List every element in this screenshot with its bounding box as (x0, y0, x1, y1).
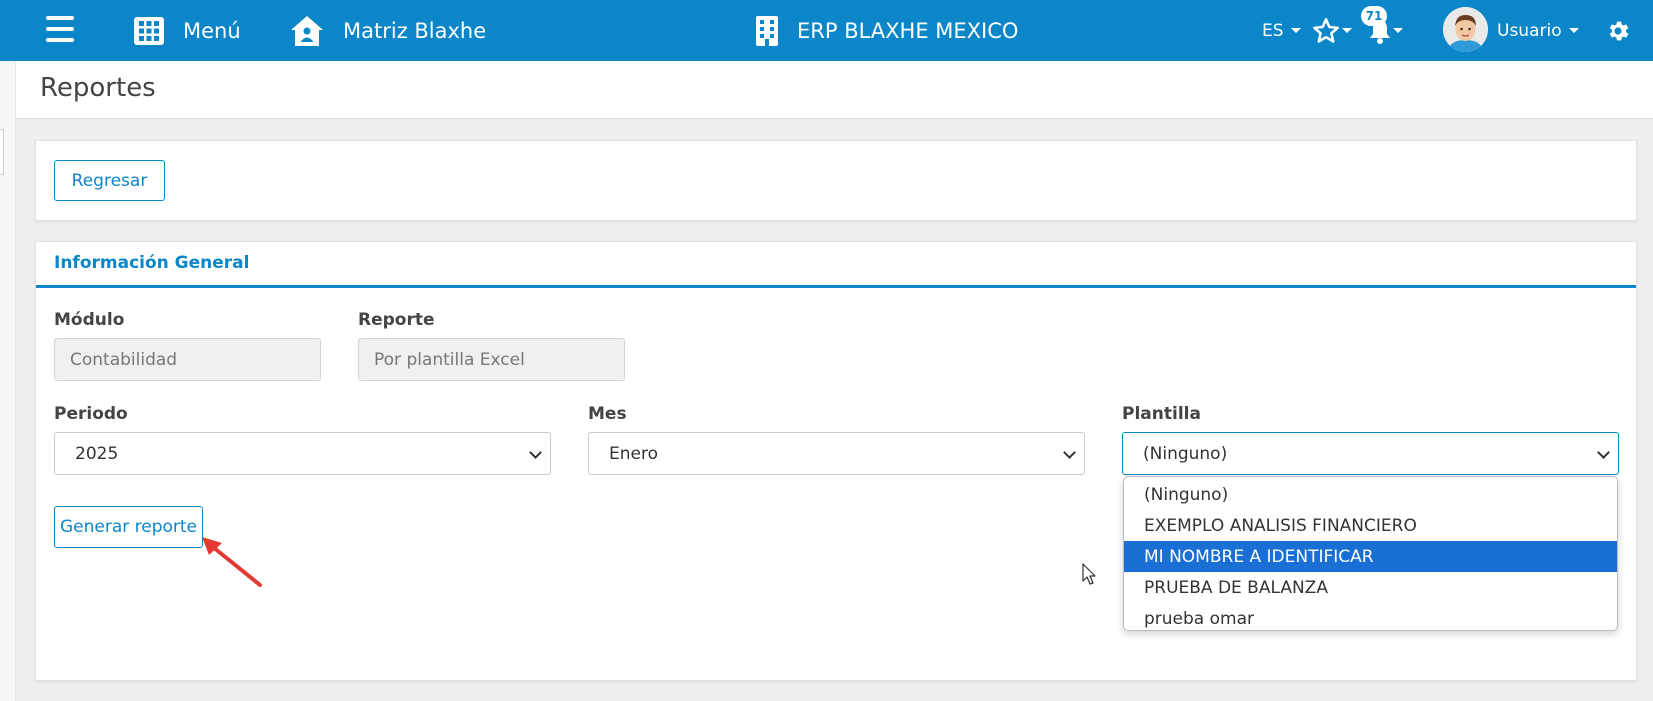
template-label: Plantilla (1122, 404, 1201, 424)
home-button[interactable]: Matriz Blaxhe (290, 0, 486, 61)
user-avatar-icon (1443, 7, 1488, 52)
generate-report-button[interactable]: Generar reporte (54, 506, 203, 548)
top-navbar: Menú Matriz Blaxhe ERP BLAXHE MEXICO ES (0, 0, 1653, 61)
dropdown-option[interactable]: MI NOMBRE A IDENTIFICAR (1124, 541, 1617, 572)
card-header: Información General (36, 242, 1636, 288)
annotation-arrow-icon (202, 537, 262, 587)
month-label: Mes (588, 404, 627, 424)
language-label: ES (1262, 20, 1284, 41)
chevron-down-icon (1063, 446, 1076, 459)
avatar[interactable] (1443, 7, 1488, 52)
user-label: Usuario (1497, 20, 1562, 41)
module-label: Módulo (54, 310, 125, 330)
dropdown-option[interactable]: prueba omar (1124, 603, 1617, 634)
report-value: Por plantilla Excel (374, 349, 525, 370)
company-label: ERP BLAXHE MEXICO (797, 18, 1019, 43)
actions-card: Regresar (35, 140, 1637, 221)
star-icon (1313, 17, 1339, 43)
sidebar-toggle-tab[interactable] (0, 129, 4, 175)
gear-icon (1609, 21, 1629, 40)
page-title: Reportes (40, 73, 156, 103)
dropdown-option[interactable]: EXEMPLO ANALISIS FINANCIERO (1124, 510, 1617, 541)
mouse-cursor-icon (1082, 563, 1096, 585)
user-menu[interactable]: Usuario (1497, 0, 1579, 61)
chevron-down-icon (1597, 446, 1610, 459)
period-label: Periodo (54, 404, 128, 424)
template-select[interactable]: (Ninguno) (1122, 432, 1619, 475)
month-value: Enero (609, 443, 658, 464)
chevron-down-icon (529, 446, 542, 459)
period-select[interactable]: 2025 (54, 432, 551, 475)
dropdown-option[interactable]: (Ninguno) (1124, 479, 1617, 510)
menu-label: Menú (183, 18, 241, 43)
language-selector[interactable]: ES (1262, 0, 1301, 61)
report-field: Por plantilla Excel (358, 338, 625, 381)
caret-down-icon (1342, 28, 1352, 33)
module-value: Contabilidad (70, 349, 178, 370)
report-label: Reporte (358, 310, 435, 330)
module-field: Contabilidad (54, 338, 321, 381)
sidebar-collapsed (0, 61, 16, 701)
dropdown-option[interactable]: PRUEBA DE BALANZA (1124, 572, 1617, 603)
menu-button[interactable]: Menú (134, 0, 241, 61)
month-select[interactable]: Enero (588, 432, 1085, 475)
settings-button[interactable] (1605, 0, 1631, 61)
building-icon (756, 15, 778, 46)
back-button[interactable]: Regresar (54, 160, 165, 201)
grid-icon (134, 16, 164, 45)
caret-down-icon (1290, 28, 1301, 33)
hamburger-menu-icon[interactable] (46, 16, 74, 42)
page-header: Reportes (16, 61, 1653, 119)
template-dropdown-list: (Ninguno) EXEMPLO ANALISIS FINANCIERO MI… (1123, 476, 1618, 631)
notification-count-badge: 71 (1361, 6, 1387, 26)
caret-down-icon (1568, 28, 1579, 33)
favorites-button[interactable] (1312, 0, 1352, 61)
company-selector[interactable]: ERP BLAXHE MEXICO (756, 0, 1018, 61)
section-title: Información General (54, 253, 250, 273)
template-value: (Ninguno) (1143, 443, 1228, 464)
period-value: 2025 (75, 443, 119, 464)
home-label: Matriz Blaxhe (343, 18, 487, 43)
caret-down-icon (1393, 28, 1403, 33)
home-icon (291, 15, 323, 46)
